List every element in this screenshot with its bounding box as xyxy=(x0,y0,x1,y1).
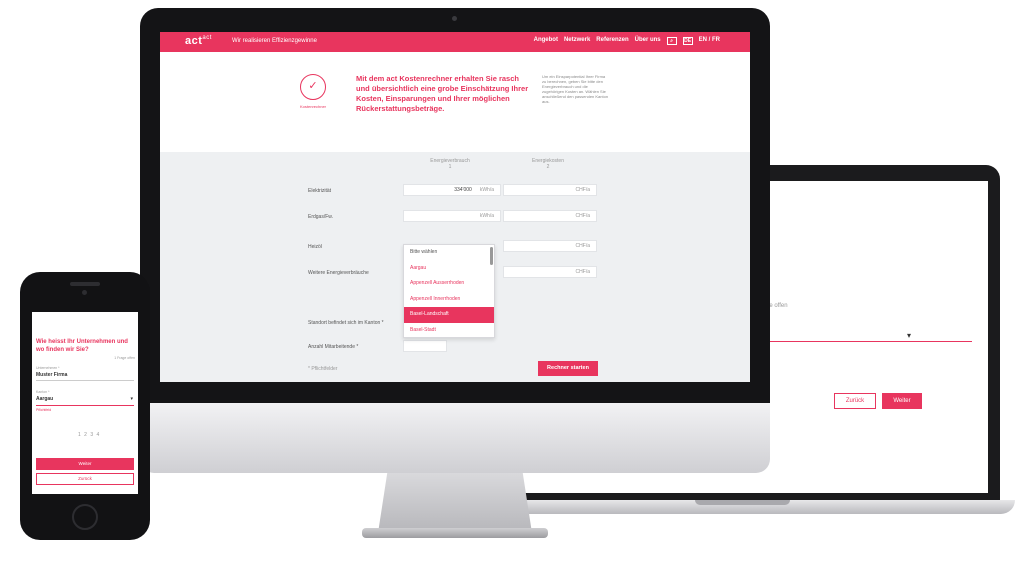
electricity-consumption-input[interactable]: 334'000 kWh/a xyxy=(403,184,501,196)
dropdown-option[interactable]: Basel-Stadt xyxy=(404,323,494,339)
company-field-label: Unternehmen * xyxy=(36,366,60,370)
dropdown-scrollbar[interactable] xyxy=(490,247,493,265)
electricity-consumption-value: 334'000 xyxy=(454,187,472,193)
row-label-other: Weitere Energieverbräuche xyxy=(308,270,369,276)
intro-section: ✓ Kostenrechner Mit dem act Kostenrechne… xyxy=(160,52,750,152)
start-calculator-button[interactable]: Rechner starten xyxy=(538,361,598,376)
canton-field-label: Kanton * xyxy=(36,390,50,394)
calculator-icon: ✓ xyxy=(300,74,326,100)
dropdown-option[interactable]: Appenzell Ausserrhoden xyxy=(404,276,494,292)
mandatory-note: * Pflichtfelder xyxy=(308,366,338,372)
nav-link-referenzen[interactable]: Referenzen xyxy=(596,37,628,45)
calculator-icon-label: Kostenrechner xyxy=(299,104,326,109)
dropdown-option-selected[interactable]: Basel-Landschaft xyxy=(404,307,494,323)
row-label-electricity: Elektrizität xyxy=(308,188,332,194)
company-field-underline xyxy=(36,380,134,381)
phone-screen: Wie heisst Ihr Unternehmen und wo finden… xyxy=(32,312,138,494)
column-header-costs-number: 2 xyxy=(546,164,550,170)
desktop-bezel: actact Wir realisieren Effizienzgewinne … xyxy=(140,8,770,403)
top-navigation: actact Wir realisieren Effizienzgewinne … xyxy=(160,32,750,52)
row-label-gas: Erdgas/Fw. xyxy=(308,214,334,220)
intro-heading: Mit dem act Kostenrechner erhalten Sie r… xyxy=(356,74,529,113)
gas-costs-input[interactable]: CHF/a xyxy=(503,210,597,222)
phone-back-button[interactable]: Zurück xyxy=(36,473,134,485)
other-costs-input[interactable]: CHF/a xyxy=(503,266,597,278)
row-label-oil: Heizöl xyxy=(308,244,322,250)
dropdown-option[interactable]: Bitte wählen xyxy=(404,245,494,261)
laptop-back-button[interactable]: Zurück xyxy=(834,393,876,409)
unit-label: CHF/a xyxy=(575,243,590,249)
phone-question-heading: Wie heisst Ihr Unternehmen und wo finden… xyxy=(36,339,128,353)
search-icon[interactable]: ⌕ xyxy=(666,37,677,45)
unit-label: kWh/a xyxy=(479,213,494,219)
desktop-screen: actact Wir realisieren Effizienzgewinne … xyxy=(160,32,750,382)
tagline: Wir realisieren Effizienzgewinne xyxy=(232,38,317,44)
camera-icon xyxy=(82,290,87,295)
desktop-foot xyxy=(362,528,548,538)
unit-label: CHF/a xyxy=(575,269,590,275)
dropdown-option[interactable]: Aargau xyxy=(404,261,494,277)
nav-link-ueber-uns[interactable]: Über uns xyxy=(635,37,661,45)
logo[interactable]: actact xyxy=(185,35,212,47)
unit-label: CHF/a xyxy=(575,187,590,193)
employees-input[interactable] xyxy=(403,340,447,352)
pagination-dots: 1 2 3 4 xyxy=(78,432,101,438)
canton-field-value[interactable]: Aargau xyxy=(36,396,53,402)
oil-costs-input[interactable]: CHF/a xyxy=(503,240,597,252)
desktop-device: actact Wir realisieren Effizienzgewinne … xyxy=(140,8,770,553)
chevron-down-icon[interactable]: ▾ xyxy=(130,396,133,402)
gas-consumption-input[interactable]: kWh/a xyxy=(403,210,501,222)
nav-links: Angebot Netzwerk Referenzen Über uns ⌕ D… xyxy=(534,37,720,45)
unit-label: kWh/a xyxy=(479,187,494,193)
speaker-grille xyxy=(70,282,100,286)
logo-text: act xyxy=(185,35,203,47)
nav-link-netzwerk[interactable]: Netzwerk xyxy=(564,37,590,45)
canton-dropdown[interactable]: Bitte wählen Aargau Appenzell Ausserrhod… xyxy=(403,244,495,338)
dropdown-option[interactable]: Appenzell Innerrhoden xyxy=(404,292,494,308)
calculator-form: Energieverbrauch 1 Energiekosten 2 Elekt… xyxy=(160,152,750,382)
camera-icon xyxy=(452,16,457,21)
login-icon[interactable]: DE xyxy=(682,37,693,45)
chevron-down-icon[interactable]: ▾ xyxy=(907,331,911,340)
column-header-consumption-number: 1 xyxy=(448,164,452,170)
desktop-chin xyxy=(140,403,770,473)
laptop-input-underline xyxy=(762,341,972,342)
laptop-next-button[interactable]: Weiter xyxy=(882,393,922,409)
unit-label: CHF/a xyxy=(575,213,590,219)
phone-next-button[interactable]: Weiter xyxy=(36,458,134,470)
electricity-costs-input[interactable]: CHF/a xyxy=(503,184,597,196)
canton-label: Standort befindet sich im Kanton * xyxy=(308,320,384,326)
canton-field-underline xyxy=(36,405,134,406)
phone-progress-text: 1 Frage offen xyxy=(114,356,135,360)
language-switch[interactable]: EN / FR xyxy=(699,37,720,45)
logo-suffix: act xyxy=(202,35,212,41)
desktop-stand xyxy=(378,473,532,533)
company-field-value[interactable]: Muster Firma xyxy=(36,372,67,378)
employees-label: Anzahl Mitarbeitende * xyxy=(308,344,359,350)
home-button[interactable] xyxy=(72,504,98,530)
canton-field-error: Pflichtfeld xyxy=(36,408,52,412)
phone-device: Wie heisst Ihr Unternehmen und wo finden… xyxy=(20,272,150,540)
nav-link-angebot[interactable]: Angebot xyxy=(534,37,558,45)
intro-side-note: Um ein Einsparpotential Ihrer Firma zu b… xyxy=(542,74,609,104)
column-header-consumption: Energieverbrauch 1 xyxy=(410,158,490,170)
column-header-costs: Energiekosten 2 xyxy=(508,158,588,170)
